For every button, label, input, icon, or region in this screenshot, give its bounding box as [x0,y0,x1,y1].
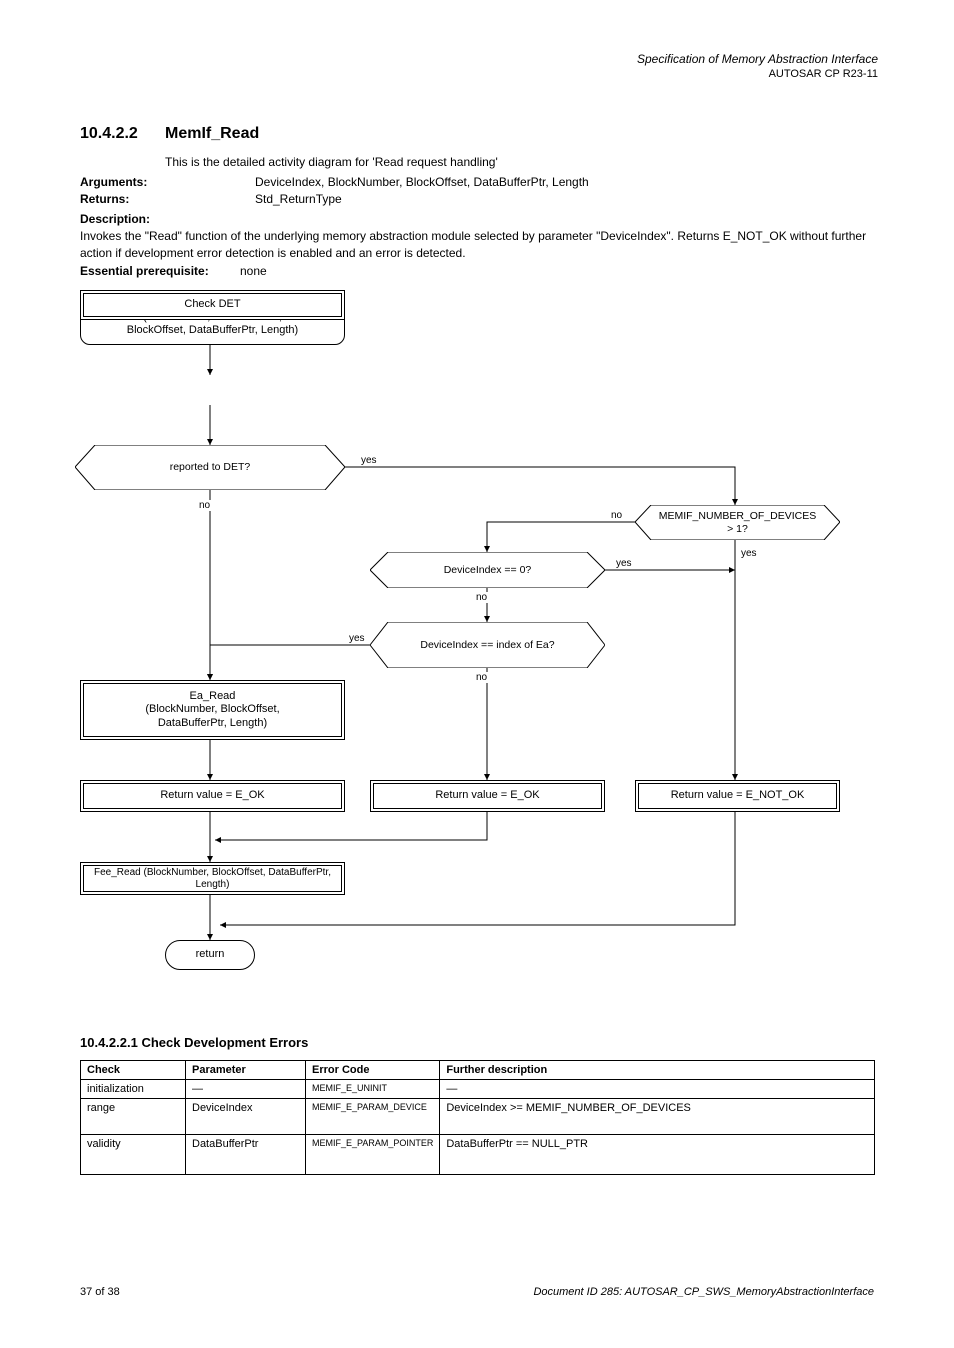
node-enok: Return value = E_NOT_OK [635,780,840,812]
cell: DeviceIndex >= MEMIF_NUMBER_OF_DEVICES [440,1099,875,1135]
table-row: initialization — MEMIF_E_UNINIT — [81,1080,875,1099]
prereq-value: none [240,264,267,278]
section-number: 10.4.2.2 [80,125,138,143]
decision-reported: reported to DET? [75,445,345,490]
label-no-4: no [475,672,488,683]
returns-value: Std_ReturnType [255,192,342,206]
prereq-label: Essential prerequisite: [80,264,209,278]
label-yes-3: yes [615,558,633,569]
node-ea-read: Ea_Read (BlockNumber, BlockOffset, DataB… [80,680,345,740]
returns-label: Returns: [80,192,129,206]
flowchart: MemIf_Read (DeviceIndex, BlockNumber, Bl… [80,290,870,990]
description-label: Description: [80,212,150,226]
col-errorcode: Error Code [306,1061,440,1080]
decision-deviceindex-text: DeviceIndex == 0? [370,552,605,588]
decision-ea-index-text: DeviceIndex == index of Ea? [370,622,605,668]
cell: — [186,1080,306,1099]
cell: initialization [81,1080,186,1099]
decision-ea-index: DeviceIndex == index of Ea? [370,622,605,668]
decision-deviceindex: DeviceIndex == 0? [370,552,605,588]
doc-header-line2: AUTOSAR CP R23-11 [637,68,878,80]
section-callout: This is the detailed activity diagram fo… [165,155,498,169]
description-text: Invokes the "Read" function of the under… [80,228,874,262]
cell: DataBufferPtr == NULL_PTR [440,1135,875,1175]
label-no-3: no [475,592,488,603]
col-check: Check [81,1061,186,1080]
decision-reported-text: reported to DET? [75,445,345,490]
table-row: validity DataBufferPtr MEMIF_E_PARAM_POI… [81,1135,875,1175]
cell: DeviceIndex [186,1099,306,1135]
node-eok-mid: Return value = E_OK [370,780,605,812]
cell: MEMIF_E_PARAM_DEVICE [306,1099,440,1135]
decision-devices: MEMIF_NUMBER_OF_DEVICES > 1? [635,505,840,540]
label-yes-1: yes [360,455,378,466]
node-eok-left: Return value = E_OK [80,780,345,812]
table-row: range DeviceIndex MEMIF_E_PARAM_DEVICE D… [81,1099,875,1135]
label-no-1: no [198,500,211,511]
decision-devices-text: MEMIF_NUMBER_OF_DEVICES > 1? [635,505,840,540]
cell: — [440,1080,875,1099]
cell: range [81,1099,186,1135]
node-return: return [165,940,255,970]
label-yes-4: yes [348,633,366,644]
args-label: Arguments: [80,175,147,189]
cell: MEMIF_E_UNINIT [306,1080,440,1099]
label-no-2: no [610,510,623,521]
section-title: MemIf_Read [165,125,259,143]
errors-heading: 10.4.2.2.1 Check Development Errors [80,1035,308,1050]
node-fee-read: Fee_Read (BlockNumber, BlockOffset, Data… [80,862,345,895]
label-yes-2: yes [740,548,758,559]
footer-docid: Document ID 285: AUTOSAR_CP_SWS_MemoryAb… [533,1286,874,1298]
errors-table: Check Parameter Error Code Further descr… [80,1060,875,1175]
col-parameter: Parameter [186,1061,306,1080]
doc-header-line1: Specification of Memory Abstraction Inte… [637,52,878,66]
footer-page: 37 of 38 [80,1286,120,1298]
cell: DataBufferPtr [186,1135,306,1175]
cell: MEMIF_E_PARAM_POINTER [306,1135,440,1175]
table-header-row: Check Parameter Error Code Further descr… [81,1061,875,1080]
cell: validity [81,1135,186,1175]
col-further: Further description [440,1061,875,1080]
args-value: DeviceIndex, BlockNumber, BlockOffset, D… [255,175,589,189]
doc-header: Specification of Memory Abstraction Inte… [637,52,878,80]
node-check-det: Check DET [80,290,345,320]
